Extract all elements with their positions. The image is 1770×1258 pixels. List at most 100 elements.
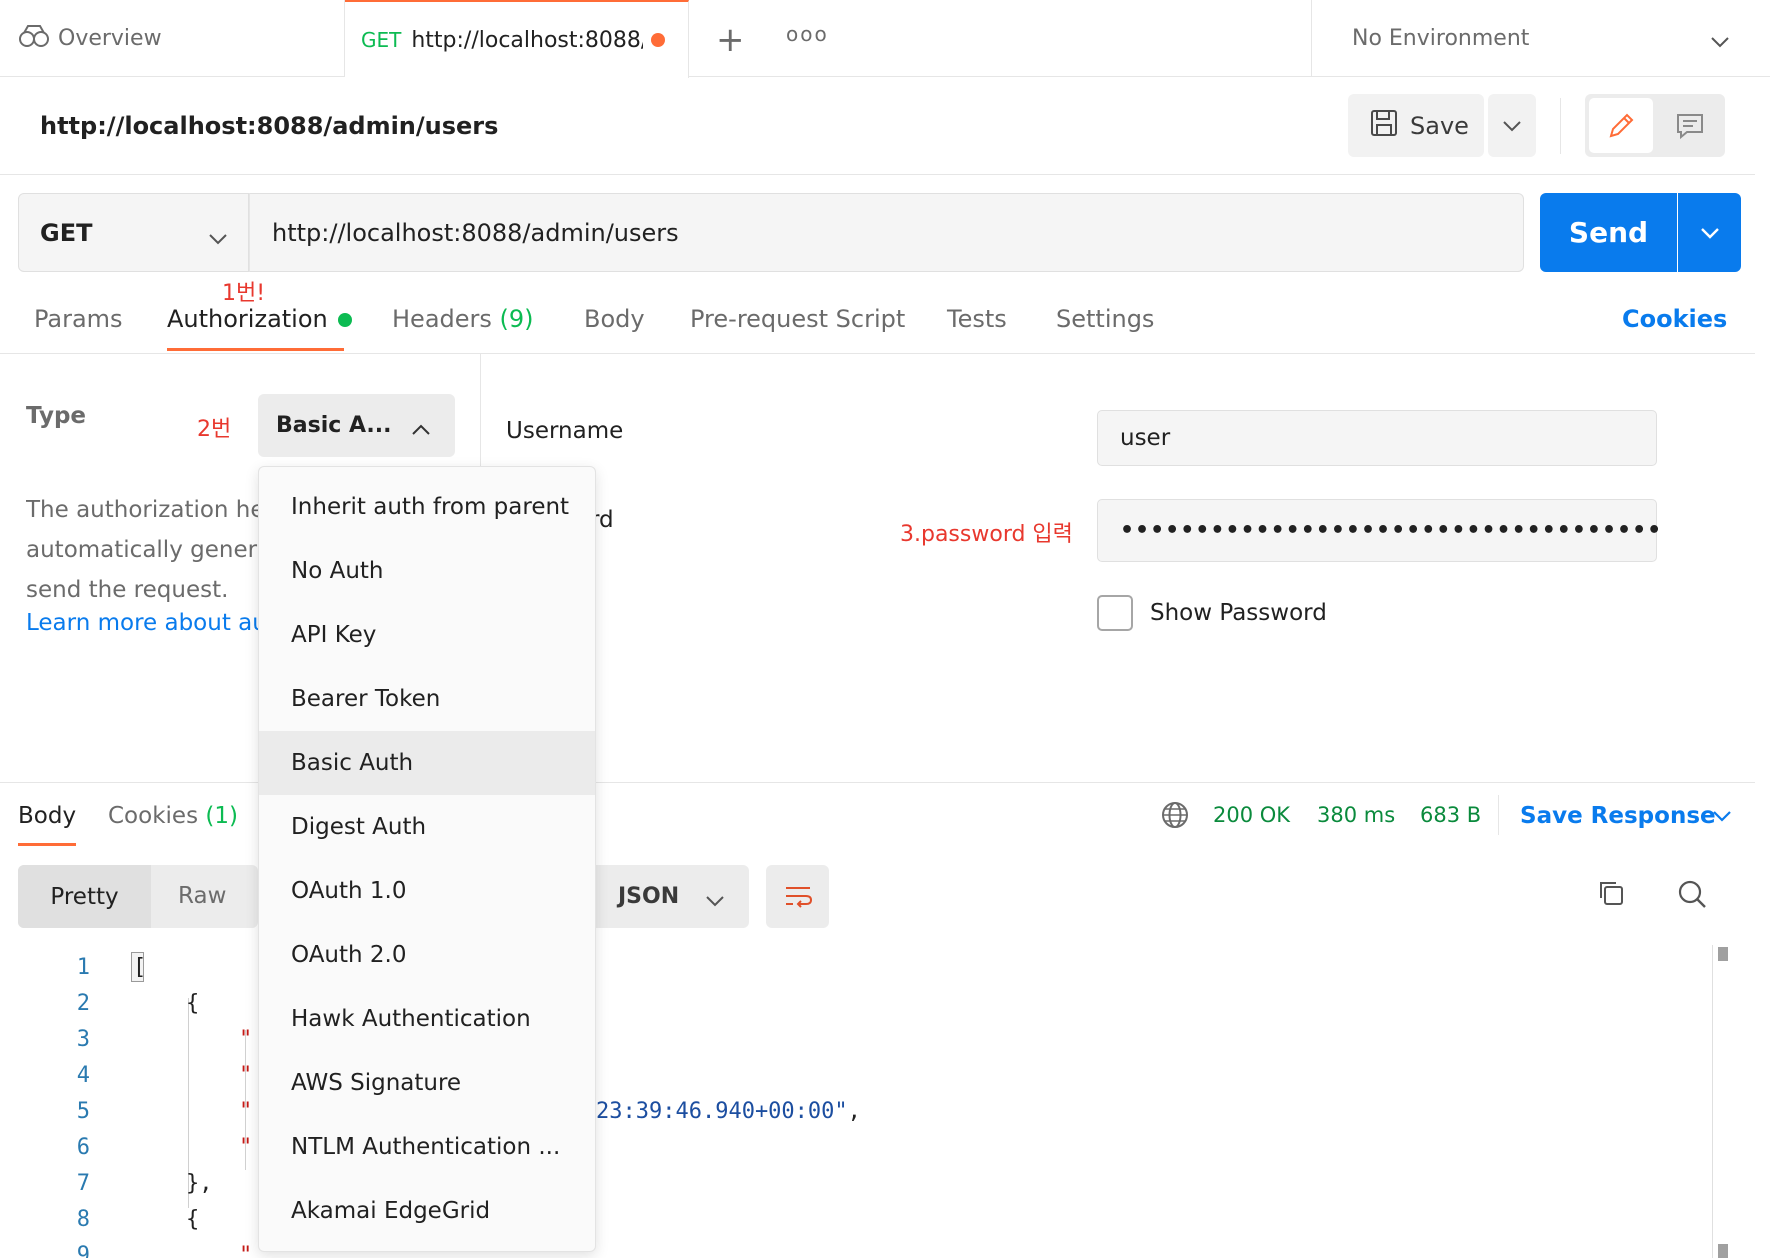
response-status[interactable]: 200 OK xyxy=(1213,803,1290,827)
line-number: 4 xyxy=(76,1063,90,1088)
password-input[interactable]: •••••••••••••••••••••••••••••••••••• xyxy=(1097,499,1661,562)
menu-item-hawk[interactable]: Hawk Authentication xyxy=(259,987,595,1051)
menu-item-digest-auth[interactable]: Digest Auth xyxy=(259,795,595,859)
username-label: Username xyxy=(506,418,624,444)
line-number: 5 xyxy=(76,1099,90,1124)
code-string-value: 23:39:46.940+00:00" xyxy=(596,1099,848,1124)
chevron-down-icon xyxy=(1700,227,1719,239)
tab-headers-label: Headers xyxy=(392,305,492,333)
save-response-button[interactable]: Save Response xyxy=(1520,803,1716,829)
headers-count: (9) xyxy=(499,305,534,333)
response-tab-cookies[interactable]: Cookies (1) xyxy=(108,803,238,829)
annotation-1: 1번! xyxy=(222,281,266,306)
username-input[interactable]: user xyxy=(1097,410,1657,466)
search-icon[interactable] xyxy=(1676,878,1708,914)
divider xyxy=(0,353,1755,354)
show-password-checkbox[interactable] xyxy=(1097,595,1133,631)
show-password-label: Show Password xyxy=(1150,600,1327,626)
line-number: 2 xyxy=(76,991,90,1016)
method-select[interactable]: GET xyxy=(18,193,249,272)
scrollbar-thumb[interactable] xyxy=(1718,1244,1728,1258)
request-header: http://localhost:8088/admin/users Save xyxy=(0,78,1755,175)
view-mode-toggle: Pretty Raw xyxy=(18,865,258,928)
request-title[interactable]: http://localhost:8088/admin/users xyxy=(40,112,498,140)
auth-description: The authorization header will be automat… xyxy=(26,490,266,610)
save-options-button[interactable] xyxy=(1488,94,1536,157)
send-options-button[interactable] xyxy=(1678,193,1741,272)
cookies-link[interactable]: Cookies xyxy=(1622,305,1727,333)
menu-item-basic-auth[interactable]: Basic Auth xyxy=(259,731,595,795)
tab-overview-label: Overview xyxy=(58,26,162,51)
menu-item-bearer-token[interactable]: Bearer Token xyxy=(259,667,595,731)
scrollbar-thumb[interactable] xyxy=(1718,947,1728,961)
auth-type-select[interactable]: Basic A... xyxy=(258,394,455,457)
format-select[interactable]: JSON xyxy=(596,865,749,928)
more-tabs-icon[interactable]: ooo xyxy=(786,22,829,46)
code-line: " xyxy=(133,1135,253,1160)
view-pretty-button[interactable]: Pretty xyxy=(18,865,151,928)
menu-item-inherit-auth[interactable]: Inherit auth from parent xyxy=(259,475,595,539)
tab-params[interactable]: Params xyxy=(34,305,123,333)
annotation-3: 3.password 입력 xyxy=(900,522,1073,547)
tab-prerequest-script[interactable]: Pre-request Script xyxy=(690,305,905,333)
response-size[interactable]: 683 B xyxy=(1420,803,1481,827)
password-value: •••••••••••••••••••••••••••••••••••• xyxy=(1120,518,1663,543)
tab-body[interactable]: Body xyxy=(584,305,645,333)
active-dot-icon xyxy=(337,313,352,327)
response-cookies-label: Cookies xyxy=(108,803,199,829)
line-number: 9 xyxy=(76,1243,90,1258)
chevron-down-icon xyxy=(208,224,228,252)
comment-mode-button[interactable] xyxy=(1659,98,1721,153)
tab-authorization[interactable]: Authorization xyxy=(167,305,352,333)
menu-item-oauth1[interactable]: OAuth 1.0 xyxy=(259,859,595,923)
menu-item-no-auth[interactable]: No Auth xyxy=(259,539,595,603)
code-line: " xyxy=(133,1063,253,1088)
environment-selector[interactable]: No Environment xyxy=(1311,0,1770,77)
tab-overview[interactable]: Overview xyxy=(0,0,345,77)
chevron-up-icon xyxy=(411,418,431,443)
save-icon xyxy=(1370,109,1398,143)
annotation-2: 2번 xyxy=(197,417,232,442)
code-line: { xyxy=(133,991,200,1016)
auth-description-line: automatically generated when you xyxy=(26,537,266,563)
learn-more-link[interactable]: Learn more about authorization xyxy=(26,610,266,636)
url-input[interactable]: http://localhost:8088/admin/users xyxy=(249,193,1524,272)
new-tab-plus-icon[interactable]: + xyxy=(716,20,745,60)
wrap-lines-button[interactable] xyxy=(766,865,829,928)
save-button[interactable]: Save xyxy=(1348,94,1484,157)
send-button[interactable]: Send xyxy=(1540,193,1677,272)
response-time[interactable]: 380 ms xyxy=(1317,803,1395,827)
tab-headers[interactable]: Headers (9) xyxy=(392,305,534,333)
menu-item-oauth2[interactable]: OAuth 2.0 xyxy=(259,923,595,987)
method-value: GET xyxy=(40,218,93,247)
menu-item-aws-signature[interactable]: AWS Signature xyxy=(259,1051,595,1115)
chevron-down-icon[interactable] xyxy=(1712,808,1732,827)
code-comma: , xyxy=(847,1099,861,1124)
line-number: 3 xyxy=(76,1027,90,1052)
auth-type-menu: Inherit auth from parent No Auth API Key… xyxy=(258,466,596,1252)
line-number: 8 xyxy=(76,1207,90,1232)
copy-icon[interactable] xyxy=(1596,878,1626,912)
view-raw-button[interactable]: Raw xyxy=(178,883,226,909)
tab-request-active[interactable]: GET http://localhost:8088/admin/users xyxy=(345,0,689,78)
save-button-label: Save xyxy=(1410,111,1469,140)
overview-icon xyxy=(18,23,50,55)
code-line: " xyxy=(133,1099,253,1124)
menu-item-ntlm[interactable]: NTLM Authentication ... xyxy=(259,1115,595,1179)
code-line: { xyxy=(133,1207,200,1232)
tab-tests[interactable]: Tests xyxy=(947,305,1007,333)
tab-settings[interactable]: Settings xyxy=(1056,305,1154,333)
code-line: [ xyxy=(133,955,147,980)
response-tab-body[interactable]: Body xyxy=(18,803,76,829)
unsaved-dot-icon xyxy=(651,33,666,47)
code-line: " xyxy=(133,1027,253,1052)
auth-type-value: Basic A... xyxy=(276,413,392,438)
globe-icon[interactable] xyxy=(1160,800,1190,834)
edit-mode-button[interactable] xyxy=(1589,98,1653,153)
active-tab-underline xyxy=(167,348,344,351)
menu-item-api-key[interactable]: API Key xyxy=(259,603,595,667)
chevron-down-icon xyxy=(1710,30,1730,55)
scrollbar-track[interactable] xyxy=(1712,945,1713,1258)
menu-item-akamai[interactable]: Akamai EdgeGrid xyxy=(259,1179,595,1243)
line-number: 6 xyxy=(76,1135,90,1160)
